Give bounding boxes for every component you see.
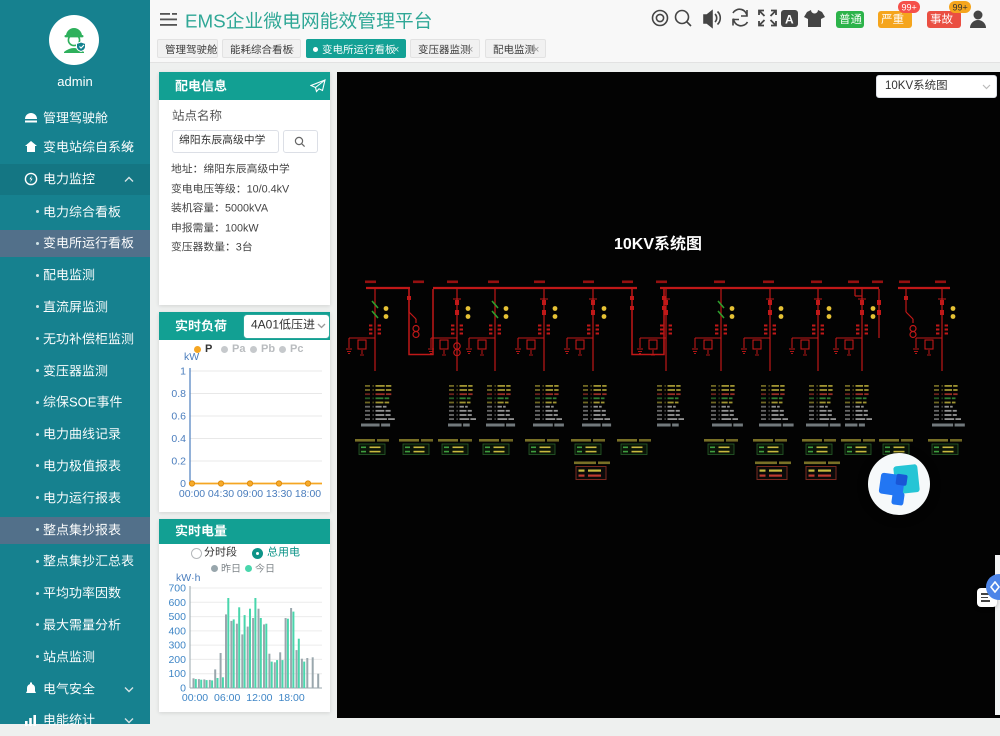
svg-text:4A01: 4A01: [251, 318, 279, 332]
svg-text:12:00: 12:00: [246, 692, 272, 704]
svg-text:0.6: 0.6: [171, 411, 186, 423]
svg-text:300: 300: [168, 640, 186, 652]
svg-text:EMS: EMS: [185, 11, 226, 32]
svg-text:3: 3: [236, 241, 242, 253]
svg-text:400: 400: [168, 625, 186, 637]
svg-text:0.4: 0.4: [171, 433, 186, 445]
svg-text:04:30: 04:30: [208, 488, 234, 500]
svg-text:SOE: SOE: [69, 395, 97, 409]
svg-text:5000kVA: 5000kVA: [225, 203, 269, 215]
svg-text:99+: 99+: [953, 3, 968, 13]
svg-text:600: 600: [168, 597, 186, 609]
svg-text:0.8: 0.8: [171, 388, 186, 400]
svg-text:500: 500: [168, 611, 186, 623]
svg-text:100kW: 100kW: [225, 222, 259, 234]
svg-text:09:00: 09:00: [237, 488, 263, 500]
svg-text:06:00: 06:00: [214, 692, 240, 704]
svg-text:0.2: 0.2: [171, 456, 186, 468]
svg-text:18:00: 18:00: [278, 692, 304, 704]
svg-text:10/0.4kV: 10/0.4kV: [247, 183, 290, 195]
svg-text:1: 1: [180, 366, 186, 378]
svg-text:00:00: 00:00: [179, 488, 205, 500]
svg-text:99+: 99+: [902, 3, 917, 13]
svg-text:18:00: 18:00: [295, 488, 321, 500]
svg-text:00:00: 00:00: [182, 692, 208, 704]
svg-text:700: 700: [168, 583, 186, 595]
svg-text:A: A: [785, 13, 794, 27]
svg-text:13:30: 13:30: [266, 488, 292, 500]
svg-text:200: 200: [168, 654, 186, 666]
svg-text:100: 100: [168, 668, 186, 680]
